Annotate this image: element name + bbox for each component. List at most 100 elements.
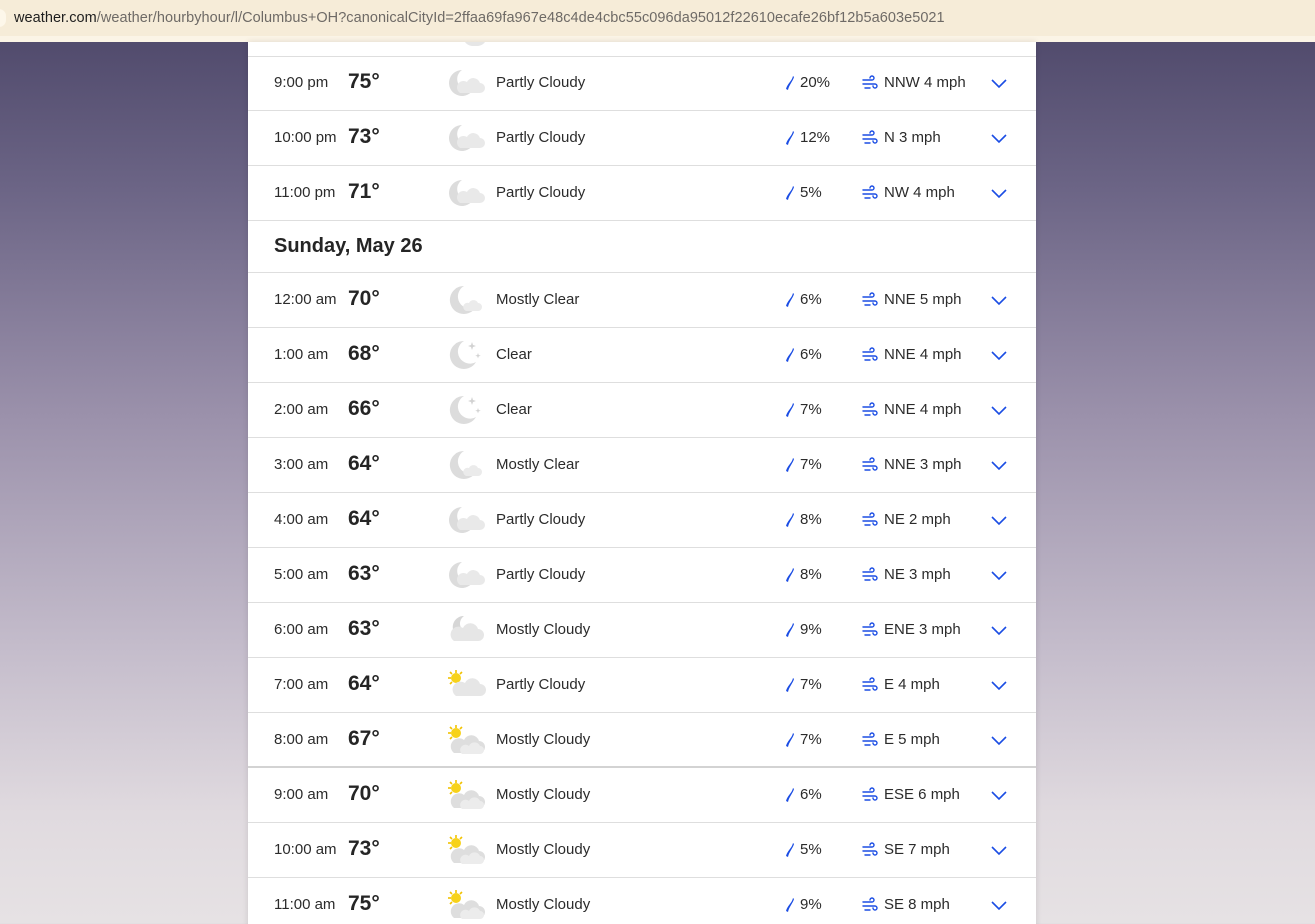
partly-cloudy-day-icon — [446, 668, 486, 702]
partly-cloudy-night-icon — [446, 66, 486, 100]
row-condition: Mostly Cloudy — [496, 731, 591, 748]
raindrop-icon — [784, 457, 796, 473]
wind-icon — [862, 130, 878, 146]
raindrop-icon — [784, 130, 796, 146]
row-condition: Mostly Cloudy — [496, 621, 591, 638]
hourly-row[interactable]: 10:00 pm 73° Partly Cloudy 12% N 3 mph — [248, 111, 1036, 166]
row-time: 10:00 am — [274, 841, 337, 858]
row-time: 5:00 am — [274, 566, 329, 583]
mostly-cloudy-day-icon — [446, 888, 486, 922]
row-precip-chance: 7% — [800, 731, 822, 748]
row-time: 11:00 am — [274, 896, 336, 913]
row-wind: ENE 3 mph — [884, 621, 961, 638]
raindrop-icon — [784, 567, 796, 583]
row-condition: Partly Cloudy — [496, 184, 586, 201]
row-condition: Clear — [496, 401, 532, 418]
wind-icon — [862, 732, 878, 748]
wind-icon — [862, 75, 878, 91]
hourly-row[interactable]: 10:00 am 73° Mostly Cloudy 5% SE 7 mph — [248, 823, 1036, 878]
wind-icon — [862, 622, 878, 638]
row-precip-chance: 8% — [800, 566, 822, 583]
chevron-down-icon[interactable] — [990, 403, 1008, 417]
wind-icon — [862, 787, 878, 803]
chevron-down-icon[interactable] — [990, 293, 1008, 307]
row-temperature: 70° — [348, 287, 380, 310]
hourly-row[interactable]: 7:00 am 64° Partly Cloudy 7% E 4 mph — [248, 658, 1036, 713]
raindrop-icon — [784, 292, 796, 308]
row-temperature: 67° — [348, 727, 380, 750]
chevron-down-icon[interactable] — [990, 76, 1008, 90]
chevron-down-icon[interactable] — [990, 186, 1008, 200]
row-condition: Partly Cloudy — [496, 676, 586, 693]
row-condition: Partly Cloudy — [496, 566, 586, 583]
chevron-down-icon[interactable] — [990, 678, 1008, 692]
row-temperature: 63° — [348, 617, 380, 640]
row-temperature: 75° — [348, 70, 380, 93]
row-precip-chance: 12% — [800, 129, 831, 146]
tab-edge — [0, 9, 6, 27]
chevron-down-icon[interactable] — [990, 458, 1008, 472]
chevron-down-icon[interactable] — [990, 131, 1008, 145]
mostly-cloudy-night-icon — [446, 613, 486, 647]
hourly-row[interactable]: 9:00 am 70° Mostly Cloudy 6% ESE 6 mph — [248, 768, 1036, 823]
hourly-row[interactable]: 9:00 pm 75° Partly Cloudy 20% NNW 4 mph — [248, 56, 1036, 111]
row-time: 4:00 am — [274, 511, 329, 528]
row-time: 11:00 pm — [274, 184, 336, 201]
row-time: 6:00 am — [274, 621, 329, 638]
chevron-down-icon[interactable] — [990, 348, 1008, 362]
row-condition: Mostly Clear — [496, 456, 580, 473]
hourly-row[interactable]: 8:00 am 67° Mostly Cloudy 7% E 5 mph — [248, 713, 1036, 768]
chevron-down-icon[interactable] — [990, 733, 1008, 747]
hourly-forecast-panel: 9:00 pm 75° Partly Cloudy 20% NNW 4 mph 10:00… — [248, 42, 1036, 924]
previous-row-edge — [248, 42, 1036, 57]
row-condition: Mostly Cloudy — [496, 896, 591, 913]
row-precip-chance: 5% — [800, 841, 822, 858]
partly-cloudy-night-icon — [446, 558, 486, 592]
raindrop-icon — [784, 732, 796, 748]
row-precip-chance: 9% — [800, 621, 822, 638]
chevron-down-icon[interactable] — [990, 843, 1008, 857]
day-header: Sunday, May 26 — [248, 221, 1036, 273]
row-condition: Mostly Cloudy — [496, 786, 591, 803]
url-text[interactable]: weather.com/weather/hourbyhour/l/Columbu… — [14, 10, 945, 26]
row-wind: NNW 4 mph — [884, 74, 966, 91]
wind-icon — [862, 897, 878, 913]
clear-night-icon — [446, 393, 486, 427]
row-temperature: 68° — [348, 342, 380, 365]
row-wind: NNE 5 mph — [884, 291, 962, 308]
url-domain: weather.com — [14, 10, 97, 26]
raindrop-icon — [784, 622, 796, 638]
hourly-row[interactable]: 5:00 am 63° Partly Cloudy 8% NE 3 mph — [248, 548, 1036, 603]
address-bar[interactable]: weather.com/weather/hourbyhour/l/Columbu… — [0, 0, 1315, 42]
row-temperature: 66° — [348, 397, 380, 420]
hourly-row[interactable]: 6:00 am 63° Mostly Cloudy 9% ENE 3 mph — [248, 603, 1036, 658]
chevron-down-icon[interactable] — [990, 898, 1008, 912]
row-time: 9:00 am — [274, 786, 329, 803]
row-condition: Partly Cloudy — [496, 74, 586, 91]
hourly-row[interactable]: 12:00 am 70° Mostly Clear 6% NNE 5 mph — [248, 273, 1036, 328]
row-condition: Partly Cloudy — [496, 129, 586, 146]
clear-night-icon — [446, 338, 486, 372]
hourly-row[interactable]: 3:00 am 64° Mostly Clear 7% NNE 3 mph — [248, 438, 1036, 493]
row-precip-chance: 6% — [800, 786, 822, 803]
chevron-down-icon[interactable] — [990, 788, 1008, 802]
chevron-down-icon[interactable] — [990, 513, 1008, 527]
row-wind: NE 3 mph — [884, 566, 951, 583]
chevron-down-icon[interactable] — [990, 568, 1008, 582]
hourly-row[interactable]: 4:00 am 64° Partly Cloudy 8% NE 2 mph — [248, 493, 1036, 548]
mostly-clear-night-icon — [446, 283, 486, 317]
raindrop-icon — [784, 842, 796, 858]
chevron-down-icon[interactable] — [990, 623, 1008, 637]
row-condition: Clear — [496, 346, 532, 363]
raindrop-icon — [784, 402, 796, 418]
row-precip-chance: 5% — [800, 184, 822, 201]
wind-icon — [862, 457, 878, 473]
hourly-row[interactable]: 11:00 am 75° Mostly Cloudy 9% SE 8 mph — [248, 878, 1036, 924]
hourly-row[interactable]: 11:00 pm 71° Partly Cloudy 5% NW 4 mph — [248, 166, 1036, 221]
row-time: 10:00 pm — [274, 129, 337, 146]
row-temperature: 71° — [348, 180, 380, 203]
mostly-cloudy-day-icon — [446, 833, 486, 867]
wind-icon — [862, 567, 878, 583]
hourly-row[interactable]: 1:00 am 68° Clear 6% NNE 4 mph — [248, 328, 1036, 383]
hourly-row[interactable]: 2:00 am 66° Clear 7% NNE 4 mph — [248, 383, 1036, 438]
